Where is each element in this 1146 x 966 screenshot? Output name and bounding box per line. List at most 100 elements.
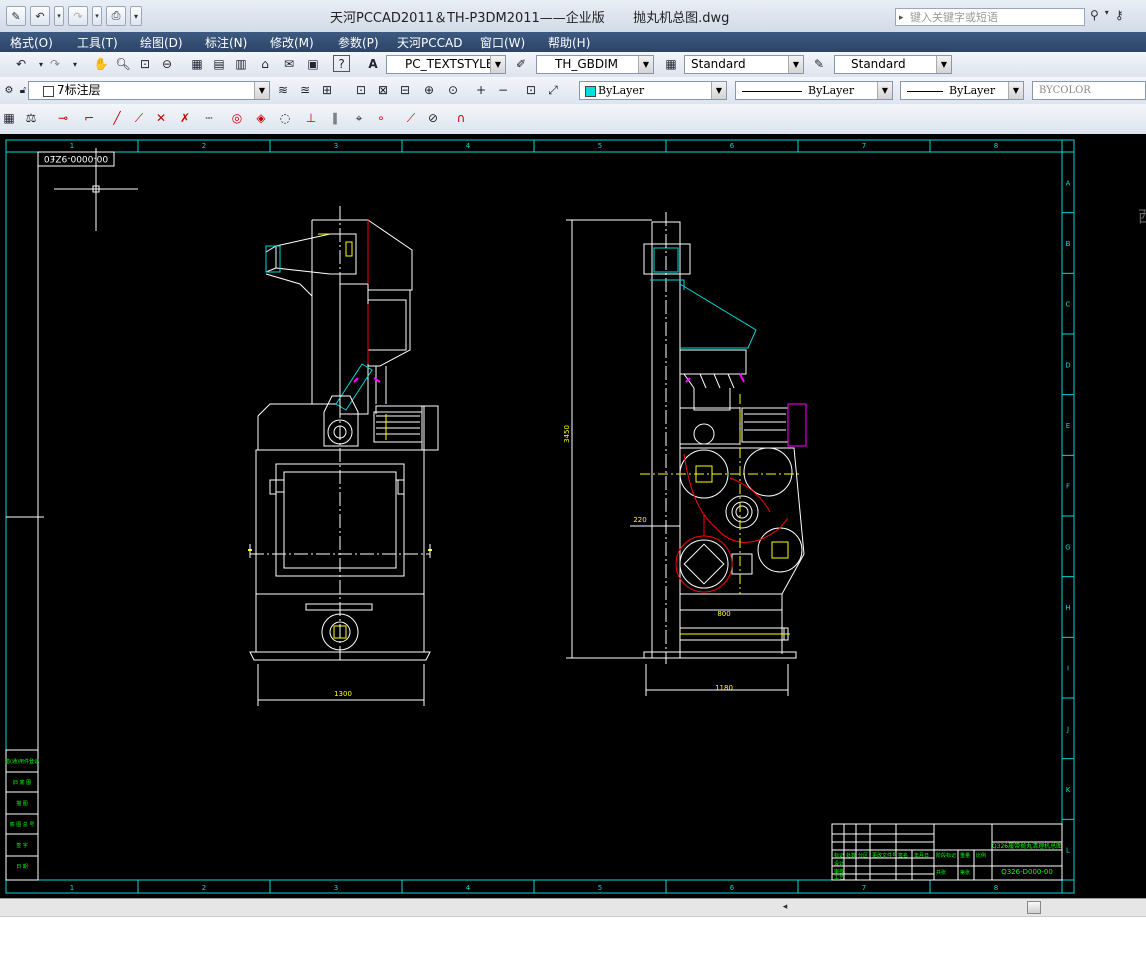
markup-icon[interactable]: ✉: [280, 55, 298, 73]
snap-insert-icon[interactable]: ⌖: [350, 109, 368, 127]
undo-dropdown-icon[interactable]: ▾: [54, 6, 64, 26]
redo-icon[interactable]: ↷: [46, 55, 64, 73]
layer-previous-icon[interactable]: ≊: [296, 81, 314, 99]
undo-icon[interactable]: ↶: [30, 6, 50, 26]
zoom-extents-icon[interactable]: ⊞: [318, 81, 336, 99]
app-menu-icon[interactable]: ✎: [6, 6, 26, 26]
osnap-settings-icon[interactable]: ⚖: [22, 109, 40, 127]
svg-text:比例: 比例: [976, 852, 986, 859]
snap-parallel-icon[interactable]: ∥: [326, 109, 344, 127]
pan-icon[interactable]: ✋: [92, 55, 110, 73]
snap-node-icon[interactable]: ∘: [372, 109, 390, 127]
calculator2-icon[interactable]: ▦: [0, 109, 18, 127]
grid-column-label: 8: [994, 142, 998, 150]
dim-style-icon[interactable]: ✐: [512, 55, 530, 73]
plotstyle-select[interactable]: BYCOLOR: [1032, 81, 1146, 100]
svg-text:审核: 审核: [834, 868, 844, 875]
front-width-dim-text: 1300: [334, 690, 352, 698]
zoom-in-icon[interactable]: +: [472, 81, 490, 99]
menu-item-2[interactable]: 绘图(D): [140, 34, 183, 51]
drawing-svg: 1 1 2 2 3 3 4 4 5 5 6 6 7 7 8 8 A B C D E F G H I J K L 00-0000-9Z…: [5, 139, 1146, 894]
zoom-all-icon[interactable]: ⊡: [522, 81, 540, 99]
front-view-details: [248, 206, 432, 660]
binoculars-icon[interactable]: ⚲: [1090, 8, 1099, 22]
zoom-center-icon[interactable]: ⊕: [420, 81, 438, 99]
text-style-icon[interactable]: A: [364, 55, 382, 73]
customize-dropdown-icon[interactable]: ▾: [130, 6, 142, 26]
snap-endpoint-icon[interactable]: ╱: [108, 109, 126, 127]
help-search-input[interactable]: 键入关键字或短语: [895, 8, 1085, 27]
menu-item-3[interactable]: 标注(N): [205, 34, 247, 51]
snap-perpendicular-icon[interactable]: ⊥: [302, 109, 320, 127]
table-style-icon[interactable]: ▦: [662, 55, 680, 73]
undo-icon[interactable]: ↶: [12, 55, 30, 73]
zoom-out-icon[interactable]: −: [494, 81, 512, 99]
lineweight-select[interactable]: ByLayer ▼: [900, 81, 1024, 100]
tool-palettes-icon[interactable]: ▥: [232, 55, 250, 73]
menu-item-4[interactable]: 修改(M): [270, 34, 314, 51]
snap-quadrant-icon[interactable]: ◈: [252, 109, 270, 127]
key-icon[interactable]: ⚷: [1115, 8, 1124, 22]
snap-none-icon[interactable]: ⊘: [424, 109, 442, 127]
color-select[interactable]: ByLayer ▼: [579, 81, 727, 100]
dropdown-icon[interactable]: ▾: [1105, 8, 1109, 22]
snap-tangent-icon[interactable]: ◌: [276, 109, 294, 127]
snap-from-icon[interactable]: ⌐: [80, 109, 98, 127]
calculator-icon[interactable]: ▣: [304, 55, 322, 73]
side-view-dimensions: [566, 219, 789, 696]
menu-item-0[interactable]: 格式(O): [10, 34, 53, 51]
grid-row-label: F: [1066, 483, 1070, 491]
zoom-previous-icon[interactable]: ⊖: [158, 55, 176, 73]
menu-item-1[interactable]: 工具(T): [77, 34, 118, 51]
menu-item-7[interactable]: 窗口(W): [480, 34, 525, 51]
zoom-scale-icon[interactable]: ⊟: [396, 81, 414, 99]
redo-dropdown-icon[interactable]: ▾: [66, 55, 84, 73]
zoom-window2-icon[interactable]: ⊡: [352, 81, 370, 99]
grid-column-label: 6: [730, 884, 735, 892]
magnet-icon[interactable]: ∩: [452, 109, 470, 127]
side-left-dim-text: 220: [633, 516, 646, 524]
properties-icon[interactable]: ▦: [188, 55, 206, 73]
multileader-style-icon[interactable]: ✎: [810, 55, 828, 73]
multileader-style-select[interactable]: Standard ▼: [834, 55, 952, 74]
table-style-select[interactable]: Standard ▼: [684, 55, 804, 74]
file-name: 抛丸机总图.dwg: [633, 11, 730, 26]
menu-bar: 格式(O) 工具(T) 绘图(D) 标注(N) 修改(M) 参数(P) 天河PCCAD 窗口(…: [0, 32, 1146, 52]
grid-row-label: H: [1065, 604, 1070, 612]
redo-icon[interactable]: ↷: [68, 6, 88, 26]
command-line[interactable]: [0, 916, 1146, 966]
linetype-select[interactable]: ByLayer ▼: [735, 81, 893, 100]
drawing-canvas[interactable]: 1 1 2 2 3 3 4 4 5 5 6 6 7 7 8 8 A B C D E F G H I J K L 00-0000-9Z…: [0, 134, 1146, 898]
offscreen-text: 西: [1138, 207, 1146, 226]
snap-temp-track-icon[interactable]: ⊸: [54, 109, 72, 127]
snap-midpoint-icon[interactable]: ⟋: [130, 109, 148, 127]
horizontal-scrollbar[interactable]: ◂: [0, 898, 1146, 917]
layer-select[interactable]: 7标注层 ▼: [28, 81, 270, 100]
snap-center-icon[interactable]: ◎: [228, 109, 246, 127]
redo-dropdown-icon[interactable]: ▾: [92, 6, 102, 26]
scroll-thumb[interactable]: [1027, 901, 1041, 914]
snap-extension-icon[interactable]: ┄: [200, 109, 218, 127]
print-icon[interactable]: ⎙: [106, 6, 126, 26]
side-height-dim-text: 3450: [563, 425, 571, 443]
sheet-set-icon[interactable]: ⌂: [256, 55, 274, 73]
menu-item-8[interactable]: 帮助(H): [548, 34, 590, 51]
help-icon[interactable]: ?: [333, 55, 350, 72]
snap-apparent-icon[interactable]: ✗: [176, 109, 194, 127]
zoom-extents2-icon[interactable]: ⤢: [544, 81, 562, 99]
svg-text:共张: 共张: [936, 869, 946, 876]
menu-item-5[interactable]: 参数(P): [338, 34, 379, 51]
menu-item-6[interactable]: 天河PCCAD: [397, 34, 462, 51]
zoom-realtime-icon[interactable]: 🔍︎: [114, 55, 132, 73]
dim-style-select[interactable]: TH_GBDIM ▼: [536, 55, 654, 74]
design-center-icon[interactable]: ▤: [210, 55, 228, 73]
layer-color-swatch: [43, 86, 54, 97]
snap-nearest-icon[interactable]: ⟋: [402, 109, 420, 127]
zoom-object-icon[interactable]: ⊙: [444, 81, 462, 99]
make-current-layer-icon[interactable]: ≋: [274, 81, 292, 99]
scroll-left-icon[interactable]: ◂: [778, 901, 792, 914]
zoom-window-icon[interactable]: ⊡: [136, 55, 154, 73]
text-style-select[interactable]: PC_TEXTSTYLE ▼: [386, 55, 506, 74]
zoom-dynamic-icon[interactable]: ⊠: [374, 81, 392, 99]
snap-intersection-icon[interactable]: ✕: [152, 109, 170, 127]
